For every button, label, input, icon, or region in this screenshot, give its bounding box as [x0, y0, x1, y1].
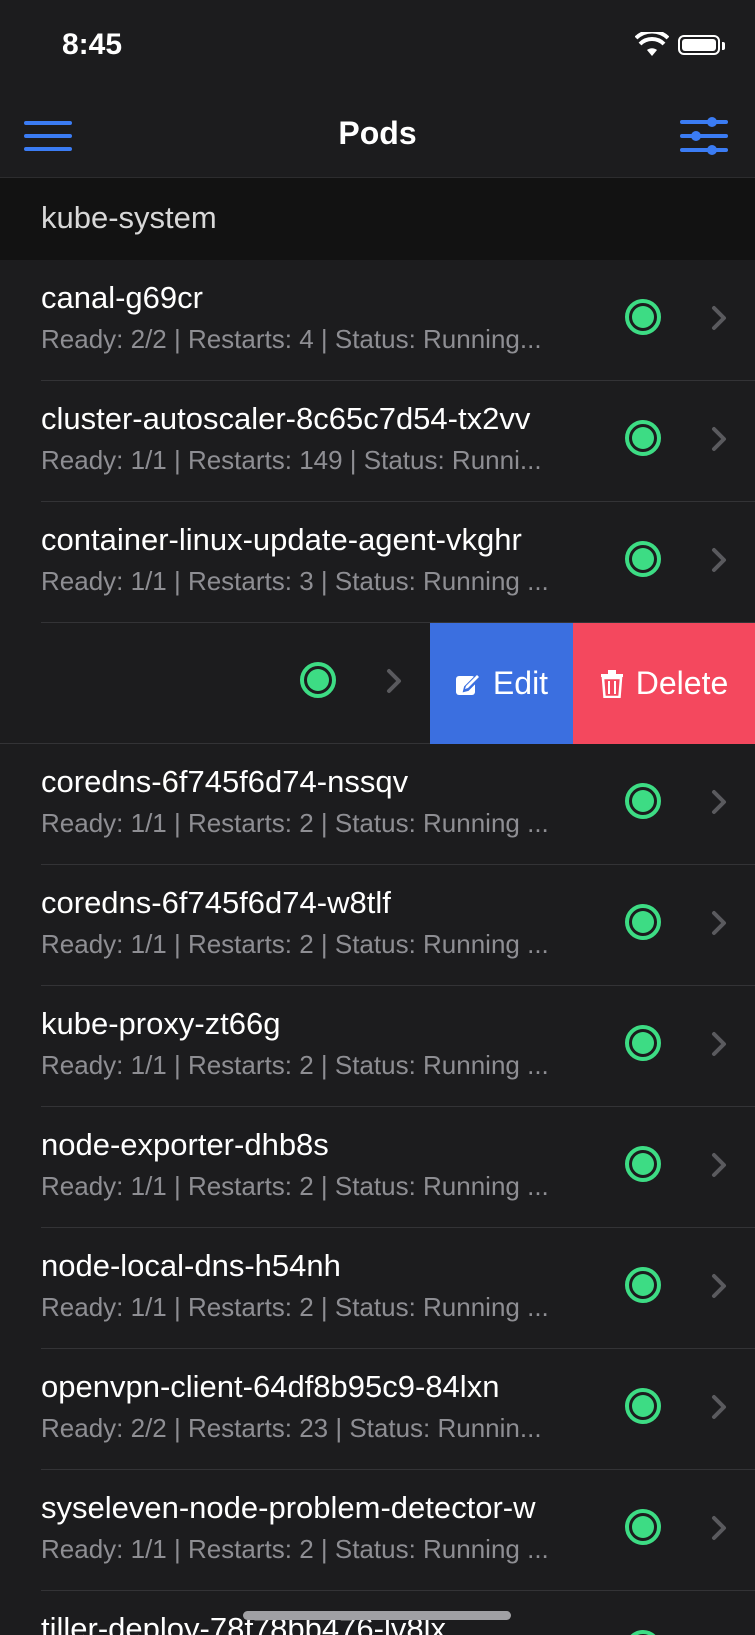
edit-icon: [455, 673, 481, 695]
edit-label: Edit: [492, 665, 549, 701]
navigation-bar: Pods: [0, 95, 755, 178]
pod-detail: Ready: 2/2 | Restarts: 4 | Status: Runni…: [41, 324, 542, 354]
status-indicator-icon: [300, 662, 336, 698]
pod-row[interactable]: canal-g69cr Ready: 2/2 | Restarts: 4 | S…: [0, 260, 755, 381]
pod-row[interactable]: kube-proxy-zt66g Ready: 1/1 | Restarts: …: [0, 986, 755, 1107]
pod-name: cluster-autoscaler-8c65c7d54-tx2vv: [41, 401, 531, 436]
home-indicator: [243, 1611, 511, 1620]
pod-name: node-exporter-dhb8s: [41, 1127, 329, 1162]
status-indicator-icon: [625, 1388, 661, 1424]
pod-detail: Ready: 1/1 | Restarts: 2 | Status: Runni…: [41, 808, 549, 838]
pod-detail: Ready: 1/1 | Restarts: 2 | Status: Runni…: [41, 1050, 549, 1080]
status-bar: 8:45: [0, 0, 755, 95]
delete-label: Delete: [635, 665, 729, 701]
status-indicator-icon: [625, 783, 661, 819]
chevron-right-icon: [712, 1153, 726, 1177]
trash-icon: [600, 669, 623, 698]
namespace-section-header: kube-system: [0, 178, 755, 260]
pod-name: kube-proxy-zt66g: [41, 1006, 281, 1041]
pod-detail: Ready: 1/1 | Restarts: 3 | Status: Runni…: [41, 566, 549, 596]
chevron-right-icon: [700, 1627, 740, 1635]
pod-detail: Ready: 1/1 | Restarts: 2 | Status: Runni…: [41, 1292, 549, 1322]
status-indicator-icon: [625, 1025, 661, 1061]
pod-detail: Ready: 1/1 | Restarts: 149 | Status: Run…: [41, 445, 542, 475]
chevron-right-icon: [712, 306, 726, 330]
status-indicator-icon: [625, 420, 661, 456]
status-indicator-icon: [625, 541, 661, 577]
pod-list[interactable]: canal-g69cr Ready: 2/2 | Restarts: 4 | S…: [0, 260, 755, 1635]
pod-name: container-linux-update-agent-vkghr: [41, 522, 522, 557]
battery-icon: [678, 35, 725, 55]
wifi-icon: [635, 32, 669, 56]
pod-name: syseleven-node-problem-detector-w: [41, 1490, 536, 1525]
chevron-right-icon: [712, 1274, 726, 1298]
chevron-right-icon: [712, 427, 726, 451]
page-title: Pods: [338, 115, 417, 151]
pod-row[interactable]: node-exporter-dhb8s Ready: 1/1 | Restart…: [0, 1107, 755, 1228]
status-indicator-icon: [625, 299, 661, 335]
pod-row[interactable]: syseleven-node-problem-detector-w Ready:…: [0, 1470, 755, 1591]
chevron-right-icon: [712, 1516, 726, 1540]
chevron-right-icon: [712, 911, 726, 935]
pod-detail: Ready: 1/1 | Restarts: 2 | Status: Runni…: [41, 1171, 549, 1201]
chevron-right-icon: [712, 790, 726, 814]
pod-name: canal-g69cr: [41, 280, 203, 315]
pod-row[interactable]: node-local-dns-h54nh Ready: 1/1 | Restar…: [0, 1228, 755, 1349]
status-indicator-icon: [625, 1630, 661, 1635]
namespace-label: kube-system: [41, 200, 217, 235]
pod-row[interactable]: date-operator-77f 5 | Status: Running ..…: [0, 623, 755, 744]
pod-detail: Ready: 1/1 | Restarts: 2 | Status: Runni…: [41, 929, 549, 959]
pod-name: node-local-dns-h54nh: [41, 1248, 341, 1283]
chevron-right-icon: [387, 669, 401, 693]
edit-button[interactable]: Edit: [430, 623, 573, 744]
status-indicator-icon: [625, 904, 661, 940]
pod-row[interactable]: container-linux-update-agent-vkghr Ready…: [0, 502, 755, 623]
chevron-right-icon: [712, 548, 726, 572]
status-indicator-icon: [625, 1146, 661, 1182]
status-time: 8:45: [62, 28, 123, 61]
chevron-right-icon: [712, 1032, 726, 1056]
delete-button[interactable]: Delete: [573, 623, 755, 744]
pod-row[interactable]: cluster-autoscaler-8c65c7d54-tx2vv Ready…: [0, 381, 755, 502]
pod-detail: Ready: 2/2 | Restarts: 23 | Status: Runn…: [41, 1413, 542, 1443]
pod-name: openvpn-client-64df8b95c9-84lxn: [41, 1369, 500, 1404]
pod-row[interactable]: openvpn-client-64df8b95c9-84lxn Ready: 2…: [0, 1349, 755, 1470]
pod-detail: Ready: 1/1 | Restarts: 2 | Status: Runni…: [41, 1534, 549, 1564]
chevron-right-icon: [712, 1395, 726, 1419]
pod-name: coredns-6f745f6d74-w8tlf: [41, 885, 391, 920]
status-indicator-icon: [625, 1509, 661, 1545]
status-indicator-icon: [625, 1267, 661, 1303]
filter-settings-icon[interactable]: [680, 112, 728, 160]
pod-row[interactable]: coredns-6f745f6d74-nssqv Ready: 1/1 | Re…: [0, 744, 755, 865]
pod-row[interactable]: coredns-6f745f6d74-w8tlf Ready: 1/1 | Re…: [0, 865, 755, 986]
pod-name: coredns-6f745f6d74-nssqv: [41, 764, 409, 799]
